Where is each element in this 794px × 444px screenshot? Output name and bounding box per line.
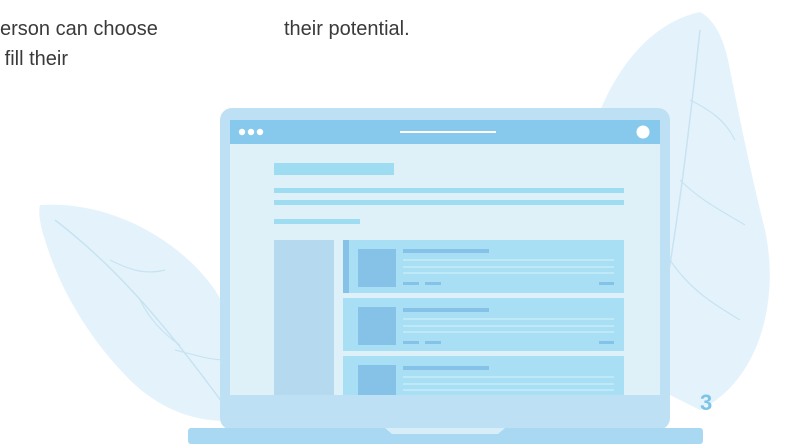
card-active-indicator xyxy=(343,240,349,293)
sidebar-placeholder xyxy=(274,240,334,395)
window-dot-icon xyxy=(256,128,264,136)
card-thumbnail xyxy=(358,307,396,345)
card-text-line xyxy=(403,325,614,327)
card-text-line xyxy=(403,383,614,385)
card-title-line xyxy=(403,308,489,312)
subheading-placeholder xyxy=(274,219,360,224)
card-tag xyxy=(403,341,419,344)
laptop-illustration xyxy=(39,12,770,444)
card-text-line xyxy=(403,331,614,333)
profile-dot-icon xyxy=(636,125,650,139)
window-dot-icon xyxy=(247,128,255,136)
card-title-line xyxy=(403,249,489,253)
card-tag xyxy=(425,341,441,344)
card-text-line xyxy=(403,266,614,268)
card-title-line xyxy=(403,366,489,370)
card-tag xyxy=(403,282,419,285)
card-thumbnail xyxy=(358,249,396,287)
card-thumbnail xyxy=(358,365,396,395)
card-text-line xyxy=(403,376,614,378)
heading-placeholder xyxy=(274,163,394,175)
card-text-line xyxy=(403,318,614,320)
laptop-notch xyxy=(385,428,505,434)
page-number: 3 xyxy=(700,390,713,415)
text-placeholder-line xyxy=(274,200,624,205)
card-text-line xyxy=(403,272,614,274)
address-bar-line xyxy=(400,131,496,133)
card-text-line xyxy=(403,389,614,391)
card-tag xyxy=(425,282,441,285)
window-dot-icon xyxy=(238,128,246,136)
card-tag xyxy=(599,282,614,285)
text-placeholder-line xyxy=(274,188,624,193)
card-text-line xyxy=(403,259,614,261)
card-tag xyxy=(599,341,614,344)
